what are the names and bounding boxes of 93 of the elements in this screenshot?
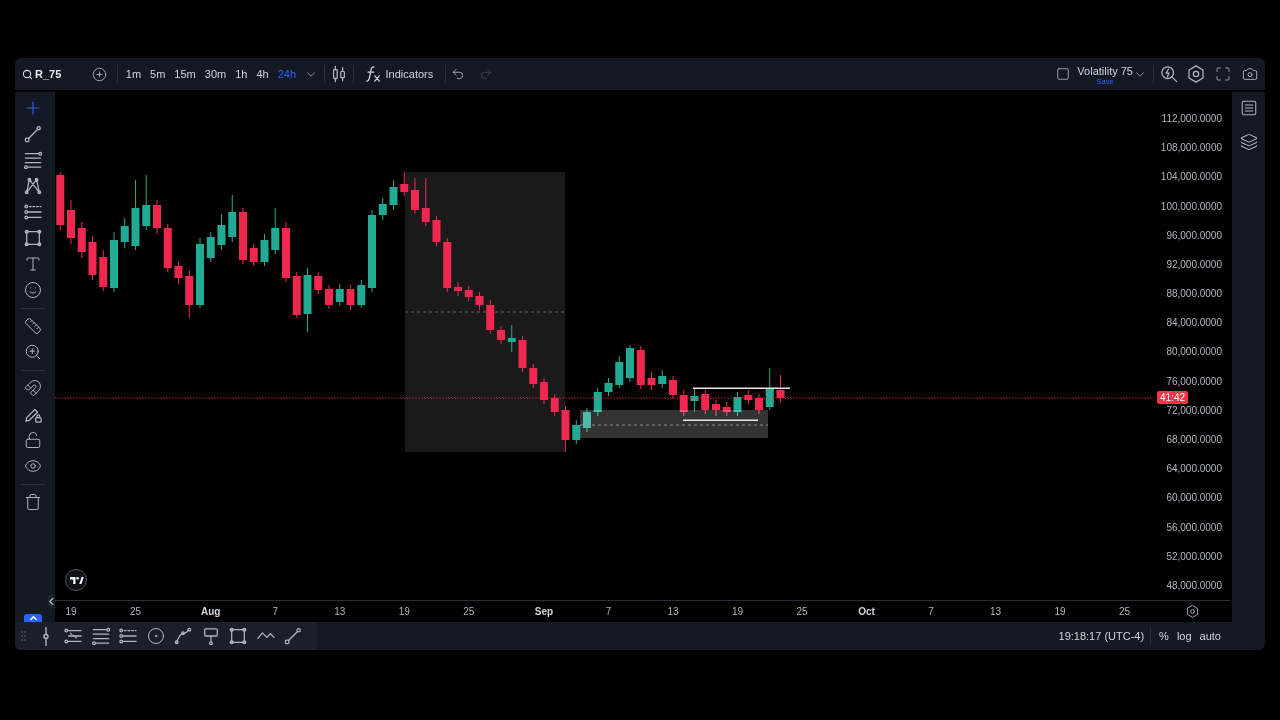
parallel-lines-icon xyxy=(119,627,138,645)
signpost-icon xyxy=(201,627,220,645)
chart-name-button[interactable]: Volatility 75 xyxy=(1077,65,1133,77)
settings-icon xyxy=(1186,65,1205,83)
smiley-icon xyxy=(24,281,42,299)
text-icon xyxy=(24,255,42,273)
magnet-icon xyxy=(24,379,42,397)
price-label: 72,000.0000 xyxy=(1166,404,1222,417)
timeframe-tab[interactable]: 15m xyxy=(169,63,201,85)
expand-button[interactable] xyxy=(24,614,42,622)
fullscreen-icon xyxy=(1214,66,1231,82)
collapse-button[interactable] xyxy=(48,594,55,608)
square-icon xyxy=(1056,67,1071,81)
rectangle-icon xyxy=(24,229,42,247)
date-label: 13 xyxy=(334,605,346,618)
date-label: 7 xyxy=(928,605,934,618)
function-icon xyxy=(363,65,382,83)
price-label: 64,000.0000 xyxy=(1166,463,1222,476)
price-label: 112,000.0000 xyxy=(1161,113,1222,125)
line-tool-icon xyxy=(24,125,42,143)
date-label: 13 xyxy=(667,605,679,618)
settings-icon xyxy=(1186,605,1199,618)
lines-with-nodes-icon xyxy=(64,627,83,645)
parallel-lines-icon xyxy=(24,203,42,221)
vertical-line-icon xyxy=(42,626,49,646)
price-label: 84,000.0000 xyxy=(1166,317,1222,330)
circle-dot-icon xyxy=(146,627,165,645)
scale-option[interactable]: % xyxy=(1155,625,1173,647)
timeframe-tab[interactable]: 30m xyxy=(200,63,231,85)
timeframe-tab[interactable]: 4h xyxy=(251,63,274,85)
price-label: 56,000.0000 xyxy=(1166,521,1222,534)
trash-icon xyxy=(24,493,42,511)
price-label: 92,000.0000 xyxy=(1166,258,1222,271)
circle-plus-icon xyxy=(91,66,107,82)
caret-icon xyxy=(1136,71,1144,77)
date-label: 7 xyxy=(272,605,279,618)
date-label: 13 xyxy=(989,605,1002,618)
price-label: 104,000.0000 xyxy=(1160,171,1222,184)
date-label: 19 xyxy=(731,605,744,618)
horizontal-lines-icon xyxy=(24,151,42,169)
timeframe-tab[interactable]: 5m xyxy=(145,63,170,85)
curve-icon xyxy=(174,627,193,645)
drag-handle-icon xyxy=(21,631,26,641)
horizontal-lines-icon xyxy=(91,627,110,645)
chevron-up-icon xyxy=(29,615,37,621)
price-label: 88,000.0000 xyxy=(1166,288,1222,301)
scale-option[interactable]: auto xyxy=(1195,625,1225,647)
redo-icon xyxy=(479,67,494,81)
layers-icon xyxy=(1239,133,1258,151)
date-label: 19 xyxy=(398,605,410,618)
ruler-icon xyxy=(24,317,42,335)
timeframe-tab[interactable]: 1m xyxy=(121,63,146,85)
timeframe-tab[interactable]: 1h xyxy=(230,63,252,85)
date-label: 25 xyxy=(129,605,142,618)
logo-icon xyxy=(65,569,87,591)
date-label: 19 xyxy=(65,605,77,618)
price-label: 52,000.0000 xyxy=(1166,550,1222,563)
date-label: 25 xyxy=(463,605,475,618)
price-label: 76,000.0000 xyxy=(1166,375,1222,388)
date-label: Aug xyxy=(201,605,221,618)
unlock-icon xyxy=(24,431,42,449)
price-label: 60,000.0000 xyxy=(1166,492,1222,505)
date-label: 19 xyxy=(1054,605,1066,618)
price-label: 48,000.0000 xyxy=(1166,580,1222,592)
zoom-in-icon xyxy=(24,343,42,361)
pattern-icon xyxy=(24,177,42,195)
date-label: 25 xyxy=(1118,605,1131,618)
timeframe-tab[interactable]: 24h xyxy=(273,63,301,85)
price-label: 80,000.0000 xyxy=(1166,346,1222,359)
countdown-label: 41:42 xyxy=(1157,391,1189,404)
price-label: 100,000.0000 xyxy=(1160,200,1222,213)
undo-icon xyxy=(451,67,466,81)
camera-icon xyxy=(1241,66,1258,82)
symbol-search-button[interactable]: R_75 xyxy=(18,62,66,86)
list-icon xyxy=(1239,99,1258,117)
eye-icon xyxy=(24,457,42,475)
search-icon xyxy=(22,68,33,80)
caret-icon xyxy=(306,71,315,77)
scale-option[interactable]: log xyxy=(1172,625,1196,647)
price-label: 108,000.0000 xyxy=(1160,142,1222,155)
date-label: 25 xyxy=(796,605,808,618)
price-label: 96,000.0000 xyxy=(1166,229,1222,242)
line-tool-icon xyxy=(284,627,303,645)
date-label: 7 xyxy=(605,605,612,618)
chevron-left-icon xyxy=(49,597,54,605)
clock-time[interactable]: 19:18:17 (UTC-4) xyxy=(1058,627,1145,645)
price-label: 68,000.0000 xyxy=(1166,434,1222,447)
indicators-button[interactable]: Indicators xyxy=(359,63,438,85)
rectangle-icon xyxy=(229,627,248,645)
lightning-search-icon xyxy=(1159,65,1178,83)
zigzag-line-icon xyxy=(256,630,275,642)
date-label: Sep xyxy=(534,605,554,618)
date-label: Oct xyxy=(858,605,875,618)
